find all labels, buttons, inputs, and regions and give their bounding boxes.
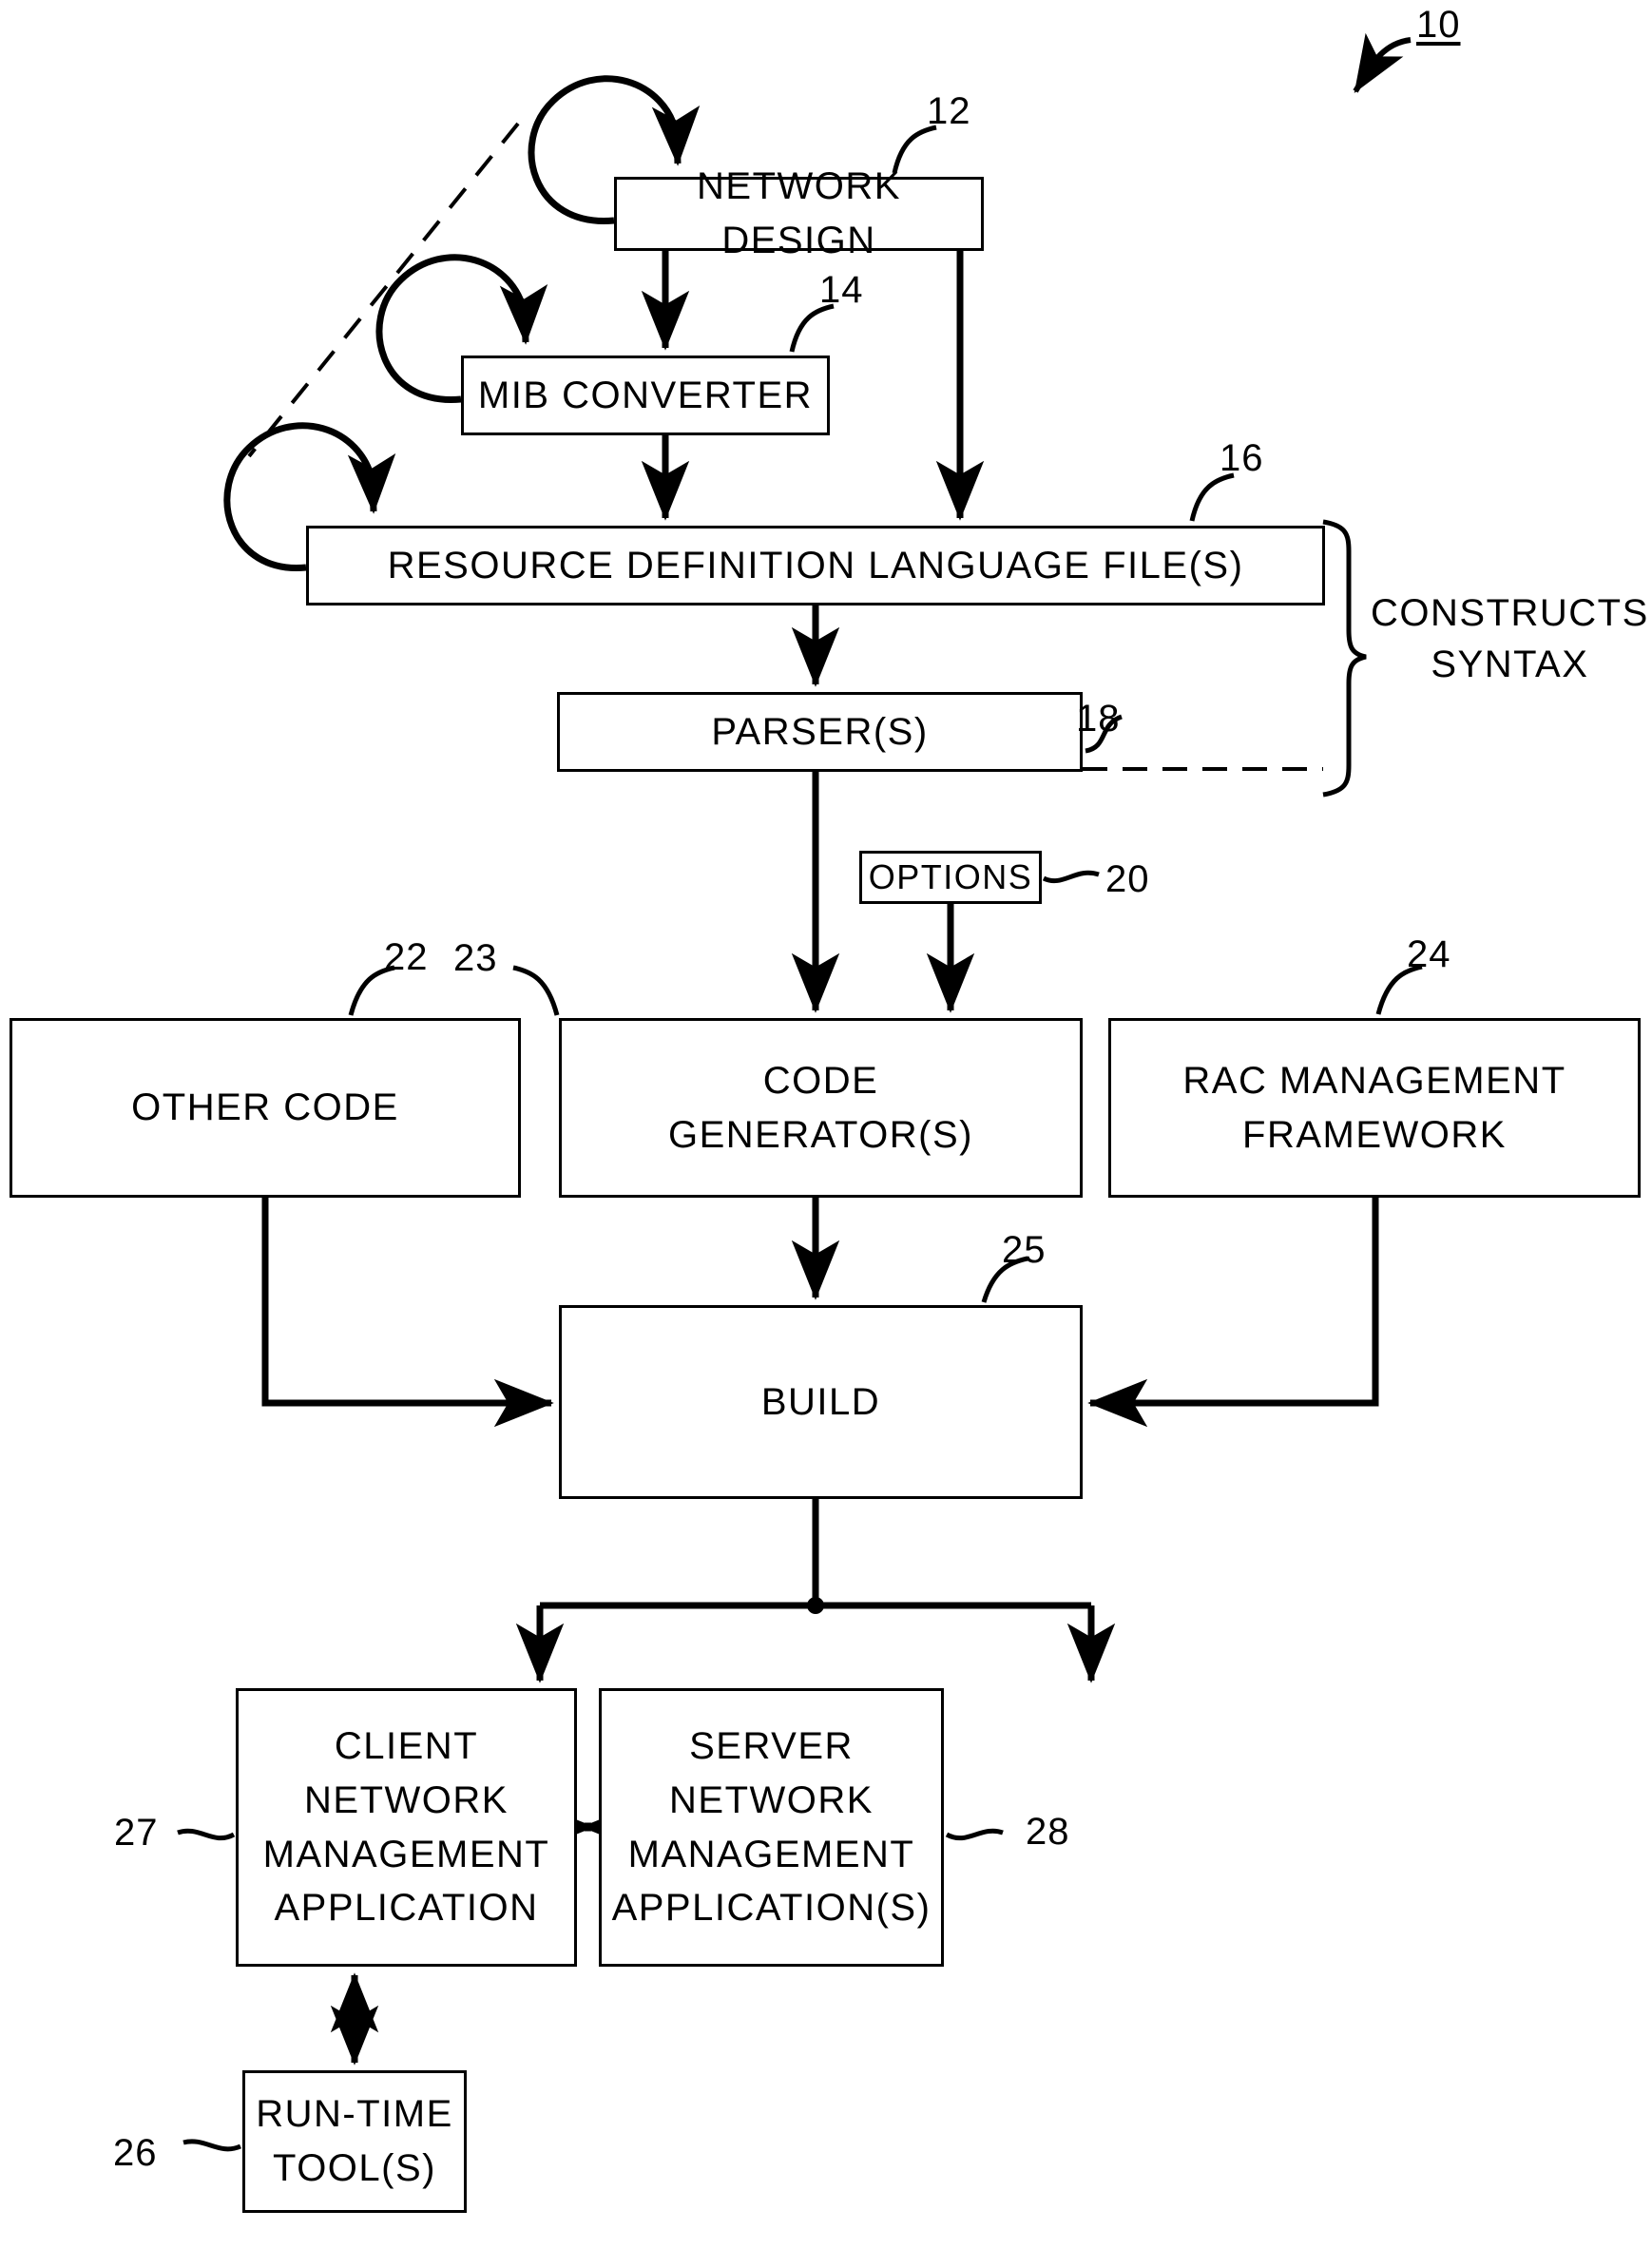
box-rac-management-framework[interactable]: RAC MANAGEMENT FRAMEWORK: [1108, 1018, 1641, 1198]
edge-other-code-to-build: [261, 1198, 554, 1428]
constructs-syntax-brace: [1322, 519, 1367, 798]
box-parsers[interactable]: PARSER(S): [557, 692, 1083, 772]
box-label-resource-definition-language-files: RESOURCE DEFINITION LANGUAGE FILE(S): [387, 544, 1244, 586]
edge-rac-framework-to-build: [1087, 1198, 1379, 1428]
reference-label-18: 18: [1076, 698, 1121, 740]
box-label-code-generators: CODE GENERATOR(S): [668, 1059, 973, 1156]
leader-27: [177, 1828, 236, 1841]
patent-figure: NETWORK DESIGN MIB CONVERTER RESOURCE DE…: [0, 0, 1652, 2268]
box-label-parsers: PARSER(S): [711, 710, 929, 753]
leader-28: [945, 1828, 1004, 1841]
box-label-other-code: OTHER CODE: [131, 1086, 399, 1129]
reference-label-23: 23: [453, 937, 498, 979]
box-run-time-tools[interactable]: RUN-TIME TOOL(S): [242, 2070, 467, 2213]
box-build[interactable]: BUILD: [559, 1305, 1083, 1499]
box-label-mib-converter: MIB CONVERTER: [477, 374, 814, 416]
box-label-client-network-management-application: CLIENT NETWORK MANAGEMENT APPLICATION: [262, 1724, 550, 1930]
reference-label-22: 22: [384, 936, 429, 978]
leader-23: [512, 965, 560, 1016]
leader-10: [1353, 32, 1412, 94]
box-label-rac-management-framework: RAC MANAGEMENT FRAMEWORK: [1182, 1059, 1566, 1156]
box-other-code[interactable]: OTHER CODE: [10, 1018, 521, 1198]
leader-20: [1042, 870, 1100, 884]
reference-label-27: 27: [114, 1812, 159, 1854]
reference-label-28: 28: [1026, 1811, 1070, 1853]
leader-26: [182, 2139, 241, 2152]
constructs-syntax-label: CONSTRUCTS SYNTAX: [1371, 592, 1649, 685]
box-resource-definition-language-files[interactable]: RESOURCE DEFINITION LANGUAGE FILE(S): [306, 526, 1325, 605]
box-label-options: OPTIONS: [868, 857, 1033, 897]
leader-14: [789, 303, 835, 353]
box-code-generators[interactable]: CODE GENERATOR(S): [559, 1018, 1083, 1198]
reference-label-12: 12: [927, 90, 971, 132]
reference-label-26: 26: [113, 2132, 158, 2174]
reference-label-14: 14: [819, 269, 864, 311]
box-label-build: BUILD: [760, 1380, 881, 1423]
reference-label-25: 25: [1002, 1229, 1047, 1271]
reference-label-24: 24: [1407, 933, 1451, 975]
box-label-run-time-tools: RUN-TIME TOOL(S): [256, 2093, 453, 2189]
box-network-design[interactable]: NETWORK DESIGN: [614, 165, 984, 261]
reference-label-10: 10: [1416, 4, 1461, 46]
box-client-network-management-application[interactable]: CLIENT NETWORK MANAGEMENT APPLICATION: [236, 1688, 577, 1967]
box-server-network-management-application[interactable]: SERVER NETWORK MANAGEMENT APPLICATION(S): [599, 1688, 944, 1967]
reference-label-20: 20: [1105, 858, 1150, 900]
reference-label-16: 16: [1220, 437, 1264, 479]
box-mib-converter[interactable]: MIB CONVERTER: [461, 356, 830, 435]
box-label-network-design: NETWORK DESIGN: [697, 165, 901, 261]
box-label-server-network-management-application: SERVER NETWORK MANAGEMENT APPLICATION(S): [611, 1724, 932, 1930]
leader-16: [1189, 472, 1235, 522]
box-options[interactable]: OPTIONS: [859, 851, 1042, 904]
